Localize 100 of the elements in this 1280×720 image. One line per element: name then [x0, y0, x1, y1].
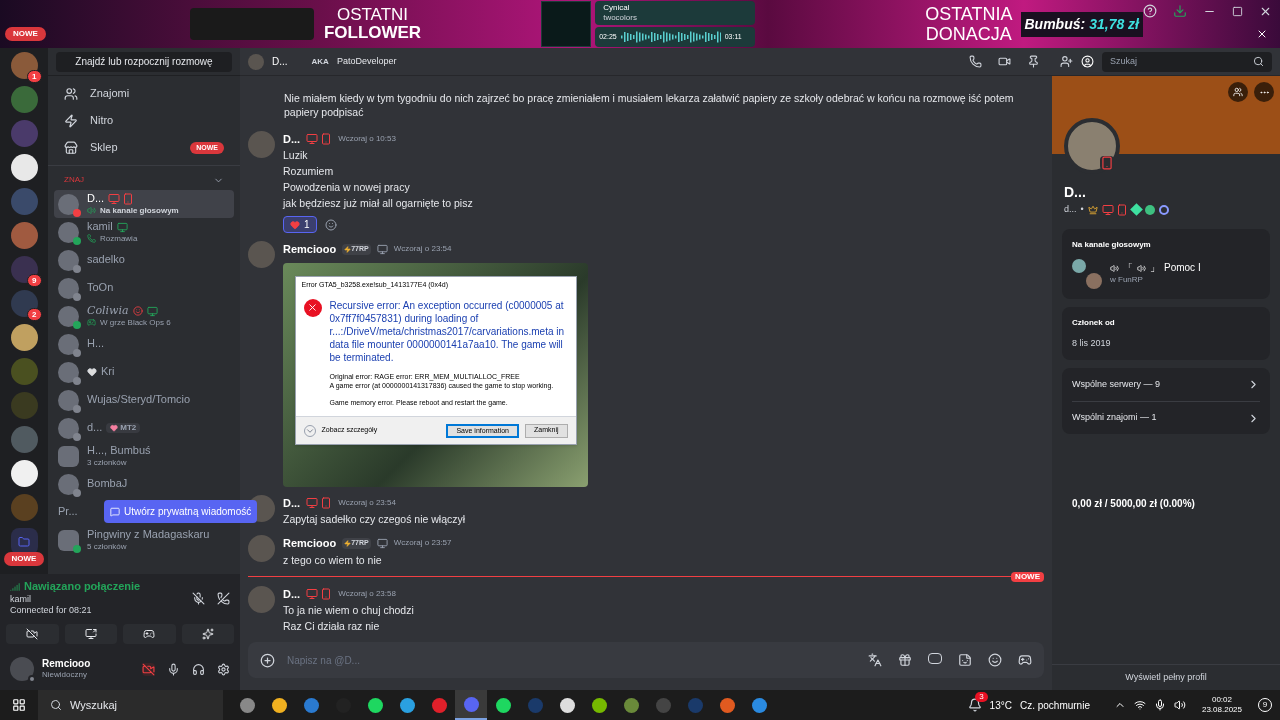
member-since-date: 8 lis 2019 — [1072, 336, 1112, 350]
connection-status: Nawiązano połączenie — [24, 579, 141, 594]
voice-action-button[interactable] — [64, 624, 117, 644]
follower-label: FOLLOWER — [323, 24, 422, 42]
sticker-icon[interactable] — [958, 653, 972, 667]
dm-item[interactable]: sadelko — [54, 246, 234, 274]
nav-item[interactable]: Znajomi — [56, 80, 232, 107]
dm-name: H... — [87, 337, 105, 351]
disconnect-icon[interactable] — [217, 591, 230, 605]
friend-status-icon[interactable] — [1228, 82, 1248, 102]
server-icon[interactable] — [10, 256, 38, 283]
unread-badge: 2 — [27, 308, 42, 321]
attach-icon[interactable] — [260, 652, 275, 668]
volume-icon[interactable] — [1173, 699, 1186, 711]
avatar — [58, 249, 79, 271]
voice-action-button[interactable] — [181, 624, 234, 644]
gift-icon[interactable] — [898, 653, 912, 667]
dm-item[interactable]: H..., Bumbuś 3 członków — [54, 442, 234, 470]
avatar — [58, 361, 79, 383]
nav-icon — [64, 140, 78, 155]
dm-item[interactable]: Wujas/Steryd/Tomcio — [54, 386, 234, 414]
reaction-button[interactable]: 1 — [283, 216, 317, 233]
dm-item[interactable]: H... — [54, 330, 234, 358]
message-text: Nie miałem kiedy w tym tygodniu do nich zajrzeć bo pracę zmieniałem i musiałem lekarza załatwić papiery ze szkoły odebrać w końcu na rozmowę iść potem papiery podpisać — [284, 90, 1015, 119]
dm-item[interactable]: Pingwiny z Madagaskaru 5 członków — [54, 526, 234, 554]
crown-icon — [1087, 204, 1098, 215]
search-field[interactable]: Szukaj — [1102, 51, 1272, 72]
camera-off-icon[interactable] — [142, 662, 155, 676]
donation-goal: 0,00 zł / 5000,00 zł (0.00%) — [1071, 497, 1196, 511]
dm-name: kamil — [87, 220, 113, 234]
dm-status: Na kanale głosowym — [100, 205, 179, 216]
voice-action-button[interactable] — [6, 624, 59, 644]
maximize-icon[interactable] — [1232, 5, 1243, 17]
nav-item[interactable]: Nitro — [56, 107, 232, 134]
bolt-icon — [344, 539, 352, 547]
profile-link[interactable]: Wspólni znajomi — 1 — [1072, 411, 1157, 425]
avatar — [248, 535, 275, 562]
pin-icon[interactable] — [1027, 55, 1040, 68]
dm-name: ToOn — [87, 281, 114, 295]
video-call-icon[interactable] — [998, 55, 1011, 68]
timestamp: Wczoraj o 10:53 — [338, 132, 396, 145]
start-icon[interactable] — [12, 698, 26, 712]
server-icon — [1072, 258, 1086, 273]
server-icon[interactable] — [10, 154, 38, 181]
message-input[interactable]: Napisz na @D... — [287, 652, 856, 668]
author-name: D... — [283, 586, 301, 602]
noise-suppression-icon[interactable] — [192, 591, 205, 605]
dm-item[interactable]: d... MT2 — [54, 414, 234, 442]
mic-icon[interactable] — [167, 662, 180, 676]
profile-icon[interactable] — [1081, 55, 1094, 68]
settings-icon[interactable] — [217, 662, 230, 676]
call-icon[interactable] — [969, 55, 982, 68]
taskbar-search-field[interactable]: Wyszukaj — [38, 690, 223, 720]
dm-item[interactable]: BombaJ — [54, 470, 234, 498]
author-name: Remciooo — [283, 536, 337, 551]
search-icon — [1253, 56, 1264, 67]
dm-name: Pr... — [58, 505, 78, 519]
network-icon[interactable] — [1133, 699, 1146, 711]
dm-item[interactable]: kamil Rozmawia — [54, 218, 234, 246]
user-tag: MT2 — [106, 423, 141, 433]
desktop-icon — [1101, 203, 1114, 216]
add-friend-icon[interactable] — [1060, 55, 1073, 68]
avatar — [58, 277, 79, 299]
mic-icon[interactable] — [1153, 699, 1166, 711]
gamepad-icon[interactable] — [1018, 653, 1032, 667]
track-artist: twocolors — [603, 13, 638, 23]
avatar — [248, 241, 275, 268]
dm-item[interactable]: D... Na kanale głosowym — [54, 190, 234, 218]
avatar — [58, 473, 79, 495]
view-profile-link[interactable]: Wyświetl pełny profil — [1125, 670, 1207, 685]
dismiss-icon[interactable] — [1256, 28, 1268, 40]
more-icon[interactable] — [1254, 82, 1274, 102]
unread-badge: 9 — [27, 274, 42, 287]
donation-box: Bumbuś: 31,78 zł — [1020, 11, 1143, 37]
dm-item[interactable]: Coliwia W grze Black Ops 6 — [54, 302, 234, 330]
dm-name: D... — [87, 192, 105, 206]
dm-name: Pingwiny z Madagaskaru — [87, 528, 210, 542]
help-icon[interactable] — [1143, 4, 1157, 18]
add-reaction-icon[interactable] — [324, 218, 337, 231]
emoji-icon[interactable] — [988, 653, 1002, 667]
donation-label: DONACJA — [925, 24, 1012, 44]
headphones-icon[interactable] — [192, 662, 205, 676]
server-icon[interactable] — [10, 324, 38, 351]
download-icon[interactable] — [1173, 4, 1187, 18]
taskbar-search-input[interactable]: Wyszukaj — [70, 696, 190, 714]
clock-time: 00:02 — [1211, 695, 1232, 705]
dm-item[interactable]: ToOn — [54, 274, 234, 302]
translate-icon[interactable] — [868, 653, 882, 667]
dm-item[interactable]: Kri — [54, 358, 234, 386]
dm-name: sadelko — [87, 253, 125, 267]
profile-link[interactable]: Wspólne serwery — 9 — [1072, 377, 1161, 392]
speaker-icon — [1137, 264, 1146, 273]
server-icon[interactable] — [10, 460, 38, 487]
avatar — [248, 53, 264, 70]
dm-name: Coliwia — [87, 304, 129, 318]
message-input-field[interactable]: Napisz na @D... — [248, 642, 1044, 678]
voice-action-button[interactable] — [123, 624, 176, 644]
search-button[interactable]: Znajdź lub rozpocznij rozmowę — [56, 51, 232, 72]
dm-status: 5 członków — [87, 541, 127, 552]
dm-status: W grze Black Ops 6 — [100, 317, 171, 328]
